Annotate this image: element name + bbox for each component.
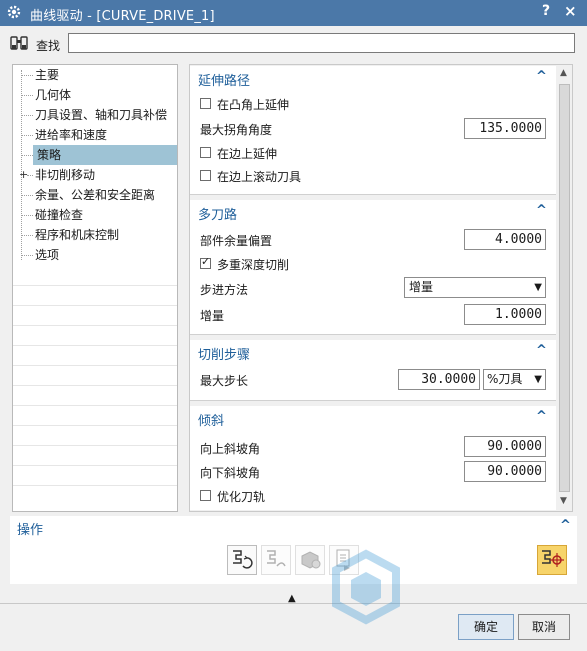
step-method-select[interactable]: 增量 ▼ (404, 277, 546, 298)
window-title: 曲线驱动 - [CURVE_DRIVE_1] (30, 9, 215, 24)
tree-item-label: 进给率和速度 (35, 128, 108, 142)
part-stock-offset-input[interactable]: 4.0000 (464, 229, 546, 250)
collapse-caret-icon[interactable]: ^ (536, 343, 547, 358)
binoculars-icon (10, 36, 28, 50)
tree-item-main[interactable]: 主要 (13, 65, 177, 85)
step-method-label: 步进方法 (200, 283, 249, 297)
tree-item-tool-setup[interactable]: 刀具设置、轴和刀具补偿 (13, 105, 177, 125)
section-title: 延伸路径 (198, 74, 251, 89)
extend-on-convex-label: 在凸角上延伸 (217, 98, 290, 112)
panel-scrollbar[interactable]: ▲ ▼ (558, 66, 572, 510)
tree-item-feeds-speeds[interactable]: 进给率和速度 (13, 125, 177, 145)
gear-icon (7, 5, 21, 19)
tree-item-label: 几何体 (35, 88, 72, 102)
scroll-up-arrow-icon[interactable]: ▲ (560, 68, 567, 78)
navigation-tree: 主要 几何体 刀具设置、轴和刀具补偿 进给率和速度 策略 + 非切削移动 余量、公… (12, 64, 178, 512)
ramp-up-input[interactable]: 90.0000 (464, 436, 546, 457)
ramp-down-input[interactable]: 90.0000 (464, 461, 546, 482)
operations-header[interactable]: 操作 ^ (10, 516, 577, 538)
max-step-unit-value: %刀具 (487, 372, 523, 386)
section-extend-path-header[interactable]: 延伸路径 ^ (190, 66, 556, 90)
tree-item-stock-tolerance[interactable]: 余量、公差和安全距离 (13, 185, 177, 205)
optimize-path-label: 优化刀轨 (217, 490, 266, 504)
section-stepover-header[interactable]: 切削步骤 ^ (190, 340, 556, 364)
close-button[interactable]: × (564, 2, 577, 20)
multiple-depth-cuts-checkbox[interactable] (200, 255, 211, 269)
roll-tool-label: 在边上滚动刀具 (217, 170, 302, 184)
tree-item-non-cutting-moves[interactable]: + 非切削移动 (13, 165, 177, 185)
extend-on-convex-checkbox[interactable] (200, 98, 211, 109)
multiple-depth-cuts-label: 多重深度切削 (217, 258, 290, 272)
step-method-value: 增量 (409, 280, 434, 294)
ok-button[interactable]: 确定 (458, 614, 514, 640)
max-step-unit-select[interactable]: %刀具 ▼ (483, 369, 546, 390)
max-corner-angle-input[interactable]: 135.0000 (464, 118, 546, 139)
dropdown-arrow-icon: ▼ (534, 282, 542, 293)
dropdown-arrow-icon: ▼ (534, 374, 542, 385)
roll-tool-checkbox[interactable] (200, 170, 211, 181)
collapse-caret-icon[interactable]: ^ (560, 518, 571, 533)
section-title: 切削步骤 (198, 348, 251, 363)
tree-item-label: 碰撞检查 (35, 208, 84, 222)
optimize-path-checkbox[interactable] (200, 490, 211, 501)
replay-toolpath-button[interactable] (261, 545, 291, 575)
tree-item-options[interactable]: 选项 (13, 245, 177, 265)
scroll-down-arrow-icon[interactable]: ▼ (560, 496, 567, 506)
ramp-up-label: 向上斜坡角 (200, 442, 261, 456)
max-step-input[interactable]: 30.0000 (398, 369, 480, 390)
extend-at-edges-label: 在边上延伸 (217, 147, 278, 161)
replay-icon (267, 550, 286, 567)
title-bar: 曲线驱动 - [CURVE_DRIVE_1] ? × (0, 0, 587, 26)
tree-item-label: 刀具设置、轴和刀具补偿 (35, 108, 168, 122)
search-input[interactable] (68, 33, 575, 53)
collapse-caret-icon[interactable]: ^ (536, 69, 547, 84)
search-label: 查找 (36, 39, 61, 53)
part-stock-offset-label: 部件余量偏置 (200, 234, 273, 248)
tree-item-geometry[interactable]: 几何体 (13, 85, 177, 105)
collapse-caret-icon[interactable]: ^ (536, 409, 547, 424)
tree-item-collision-check[interactable]: 碰撞检查 (13, 205, 177, 225)
operations-title: 操作 (17, 523, 44, 538)
cancel-button[interactable]: 取消 (518, 614, 570, 640)
collapse-caret-icon[interactable]: ^ (536, 203, 547, 218)
scroll-thumb[interactable] (559, 84, 570, 492)
increment-label: 增量 (200, 309, 225, 323)
tree-item-label: 策略 (33, 145, 177, 165)
generate-toolpath-button[interactable] (227, 545, 257, 575)
tree-item-label: 余量、公差和安全距离 (35, 188, 156, 202)
section-title: 倾斜 (198, 414, 225, 429)
tree-item-strategy[interactable]: 策略 (13, 145, 177, 165)
max-step-label: 最大步长 (200, 374, 249, 388)
tree-item-label: 程序和机床控制 (35, 228, 120, 242)
ramp-down-label: 向下斜坡角 (200, 466, 261, 480)
extend-at-edges-checkbox[interactable] (200, 147, 211, 158)
section-title: 多刀路 (198, 208, 238, 223)
tree-item-label: 非切削移动 (35, 168, 96, 182)
tree-item-label: 选项 (35, 248, 60, 262)
tree-item-program-machine[interactable]: 程序和机床控制 (13, 225, 177, 245)
tree-item-label: 主要 (35, 68, 60, 82)
section-tilt-header[interactable]: 倾斜 ^ (190, 406, 556, 430)
section-multipass-header[interactable]: 多刀路 ^ (190, 200, 556, 224)
help-button[interactable]: ? (542, 3, 550, 19)
increment-input[interactable]: 1.0000 (464, 304, 546, 325)
search-row: 查找 (0, 26, 587, 62)
generate-icon (233, 550, 253, 569)
max-corner-angle-label: 最大拐角角度 (200, 123, 273, 137)
